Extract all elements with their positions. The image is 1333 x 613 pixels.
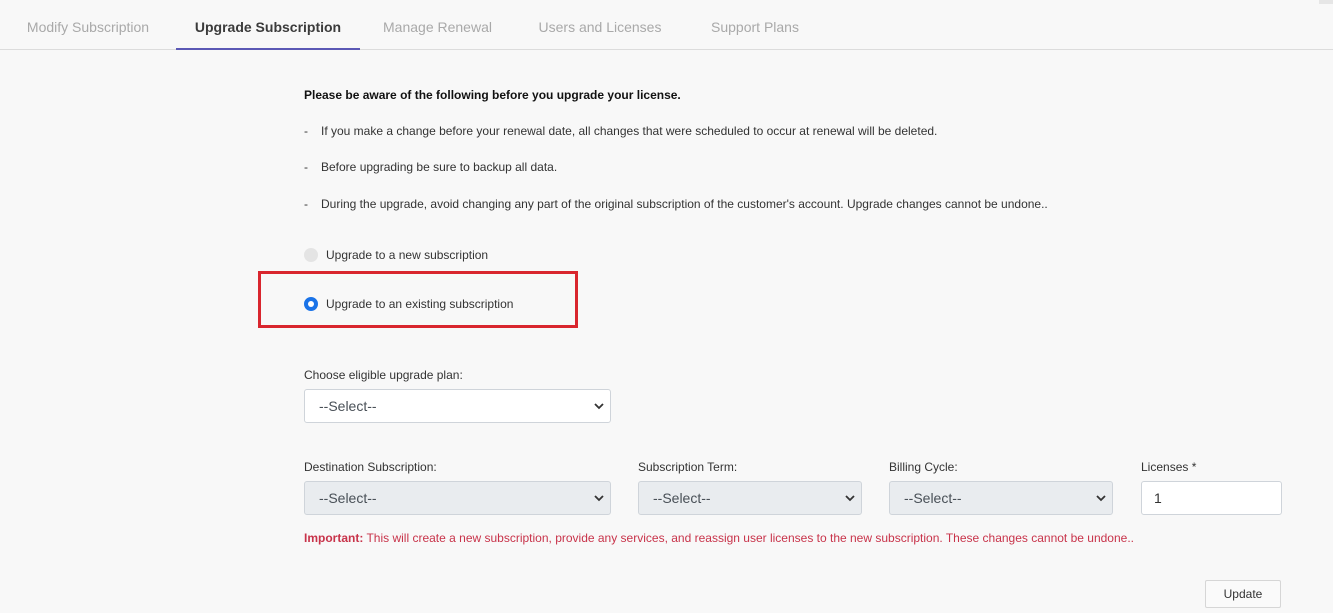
tab-upgrade-subscription[interactable]: Upgrade Subscription	[176, 0, 360, 50]
notice-title: Please be aware of the following before …	[304, 88, 681, 102]
subscription-term-select[interactable]: --Select--	[638, 481, 862, 515]
important-notice: Important: This will create a new subscr…	[304, 531, 1134, 545]
licenses-label: Licenses *	[1141, 460, 1197, 474]
subscription-term-label: Subscription Term:	[638, 460, 738, 474]
upgrade-panel: Please be aware of the following before …	[0, 50, 1333, 613]
licenses-input[interactable]	[1141, 481, 1282, 515]
important-prefix: Important:	[304, 531, 364, 545]
tab-manage-renewal[interactable]: Manage Renewal	[360, 0, 515, 50]
upgrade-plan-select[interactable]: --Select--	[304, 389, 611, 423]
select-value: --Select--	[653, 490, 711, 506]
radio-new-subscription[interactable]	[304, 248, 318, 262]
destination-subscription-label: Destination Subscription:	[304, 460, 437, 474]
select-value: --Select--	[319, 490, 377, 506]
bullet-text: If you make a change before your renewal…	[321, 124, 938, 138]
option-label: Upgrade to an existing subscription	[326, 297, 514, 311]
notice-bullet: - Before upgrading be sure to backup all …	[304, 160, 557, 174]
select-value: --Select--	[904, 490, 962, 506]
notice-bullet: - During the upgrade, avoid changing any …	[304, 197, 1048, 211]
radio-existing-subscription[interactable]	[304, 297, 318, 311]
destination-subscription-select[interactable]: --Select--	[304, 481, 611, 515]
option-existing-subscription[interactable]: Upgrade to an existing subscription	[304, 295, 513, 313]
tab-bar: Modify Subscription Upgrade Subscription…	[0, 0, 1333, 50]
upgrade-plan-label: Choose eligible upgrade plan:	[304, 368, 463, 382]
option-label: Upgrade to a new subscription	[326, 248, 489, 262]
tab-support-plans[interactable]: Support Plans	[685, 0, 825, 50]
bullet-dash: -	[304, 197, 308, 211]
tab-users-and-licenses[interactable]: Users and Licenses	[515, 0, 685, 50]
bullet-text: During the upgrade, avoid changing any p…	[321, 197, 1048, 211]
notice-bullet: - If you make a change before your renewa…	[304, 124, 937, 138]
tab-modify-subscription[interactable]: Modify Subscription	[0, 0, 176, 50]
update-button[interactable]: Update	[1205, 580, 1281, 608]
option-new-subscription[interactable]: Upgrade to a new subscription	[304, 246, 488, 264]
bullet-dash: -	[304, 160, 308, 174]
chevron-down-icon	[594, 403, 604, 410]
chevron-down-icon	[1096, 495, 1106, 502]
bullet-dash: -	[304, 124, 308, 138]
important-text: This will create a new subscription, pro…	[363, 531, 1134, 545]
billing-cycle-select[interactable]: --Select--	[889, 481, 1113, 515]
billing-cycle-label: Billing Cycle:	[889, 460, 958, 474]
chevron-down-icon	[845, 495, 855, 502]
chevron-down-icon	[594, 495, 604, 502]
select-value: --Select--	[319, 398, 377, 414]
bullet-text: Before upgrading be sure to backup all d…	[321, 160, 558, 174]
